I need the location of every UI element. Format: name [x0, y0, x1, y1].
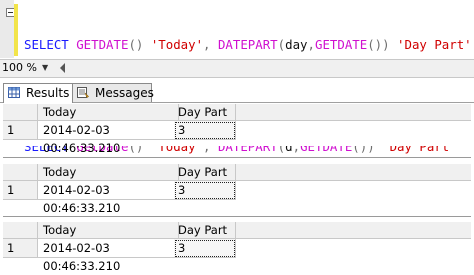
- code-token: GETDATE: [314, 37, 368, 52]
- chevron-down-icon: ▼: [42, 63, 49, 72]
- cell-today[interactable]: 2014-02-03 00:46:33.210: [38, 239, 175, 273]
- code-token: day: [285, 37, 308, 52]
- row-header-corner: [3, 222, 38, 238]
- result-grid-2: Today Day Part 1 2014-02-03 00:46:33.210…: [3, 164, 471, 215]
- column-header-today[interactable]: Today: [38, 164, 179, 180]
- table-row: 1 2014-02-03 00:46:33.210 3: [3, 121, 471, 155]
- result-grid-3: Today Day Part 1 2014-02-03 00:46:33.210…: [3, 222, 471, 273]
- query-editor[interactable]: SELECT GETDATE() 'Today', DATEPART(day,G…: [0, 0, 474, 154]
- row-header-corner: [3, 164, 38, 180]
- column-header-today[interactable]: Today: [38, 104, 179, 120]
- grid-header: Today Day Part: [3, 222, 471, 239]
- code-token: ,: [203, 37, 218, 52]
- cell-today[interactable]: 2014-02-03 00:46:33.210: [38, 121, 175, 155]
- code-token: (): [128, 37, 151, 52]
- row-number[interactable]: 1: [3, 121, 38, 140]
- results-tabstrip: Results Messages: [0, 79, 474, 103]
- zoom-dropdown[interactable]: 100 % ▼: [2, 61, 56, 75]
- cell-day-part-selected[interactable]: 3: [174, 121, 236, 140]
- column-header-day-part[interactable]: Day Part: [174, 222, 236, 238]
- code-token: SELECT: [24, 37, 77, 52]
- scroll-left-arrow-icon[interactable]: [60, 63, 65, 73]
- grid-divider: [3, 216, 471, 217]
- code-token: DATEPART: [217, 37, 278, 52]
- tab-messages-label: Messages: [95, 86, 154, 100]
- cell-day-part-selected[interactable]: 3: [174, 181, 236, 200]
- table-row: 1 2014-02-03 00:46:33.210 3: [3, 239, 471, 273]
- row-header-corner: [3, 104, 38, 120]
- tab-results[interactable]: Results: [3, 83, 73, 103]
- change-tracking-bar: [14, 4, 18, 56]
- code-token: 'Today': [150, 37, 204, 52]
- tab-messages[interactable]: Messages: [72, 83, 154, 102]
- code-token: ()): [367, 37, 398, 52]
- grid-header: Today Day Part: [3, 164, 471, 181]
- column-header-day-part[interactable]: Day Part: [174, 164, 236, 180]
- editor-gutter: [0, 0, 15, 58]
- code-line-1: SELECT GETDATE() 'Today', DATEPART(day,G…: [24, 36, 472, 53]
- code-token: 'Day Part': [397, 37, 472, 52]
- code-token: (: [277, 37, 286, 52]
- editor-status-bar: 100 % ▼: [0, 59, 474, 78]
- grid-icon: [8, 87, 20, 98]
- result-grid-1: Today Day Part 1 2014-02-03 00:46:33.210…: [3, 104, 471, 155]
- tab-results-label: Results: [26, 86, 70, 100]
- table-row: 1 2014-02-03 00:46:33.210 3: [3, 181, 471, 215]
- grid-divider: [3, 157, 471, 158]
- cell-day-part-selected[interactable]: 3: [174, 239, 236, 258]
- grid-header: Today Day Part: [3, 104, 471, 121]
- cell-today[interactable]: 2014-02-03 00:46:33.210: [38, 181, 175, 215]
- messages-icon: [77, 87, 89, 98]
- code-token: ,: [307, 37, 315, 52]
- code-token: GETDATE: [76, 37, 129, 52]
- column-header-day-part[interactable]: Day Part: [174, 104, 236, 120]
- row-number[interactable]: 1: [3, 181, 38, 200]
- zoom-value: 100 %: [2, 61, 37, 74]
- column-header-today[interactable]: Today: [38, 222, 179, 238]
- row-number[interactable]: 1: [3, 239, 38, 258]
